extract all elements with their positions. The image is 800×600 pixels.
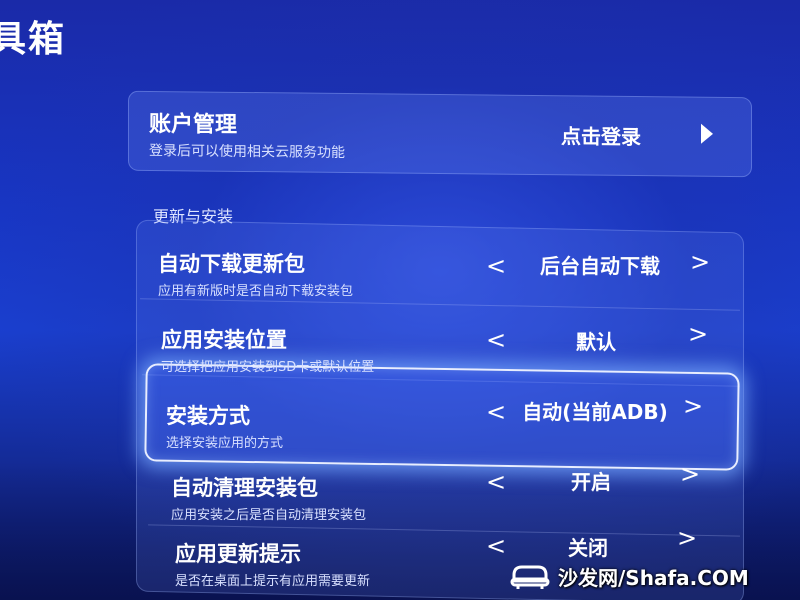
setting-value: 默认 [576,330,616,354]
setting-label: 自动下载更新包 [158,252,305,276]
setting-value: 后台自动下载 [540,254,660,278]
setting-value: 关闭 [568,536,608,560]
setting-description: 可选择把应用安装到SD卡或默认位置 [161,360,375,375]
sofa-logo-icon [510,565,550,589]
setting-install-method[interactable]: 安装方式 选择安装应用的方式 < 自动(当前ADB) > [166,392,726,470]
chevron-right-icon[interactable]: > [690,248,710,276]
setting-label: 应用更新提示 [175,542,301,566]
account-card[interactable]: 账户管理 登录后可以使用相关云服务功能 点击登录 [128,90,752,178]
setting-install-location[interactable]: 应用安装位置 可选择把应用安装到SD卡或默认位置 < 默认 > [161,320,721,394]
setting-label: 应用安装位置 [161,328,287,352]
setting-auto-download[interactable]: 自动下载更新包 应用有新版时是否自动下载安装包 < 后台自动下载 > [158,248,718,318]
account-description: 登录后可以使用相关云服务功能 [149,142,345,162]
setting-description: 选择安装应用的方式 [166,436,284,451]
account-title: 账户管理 [149,111,238,138]
setting-value: 开启 [571,470,611,494]
play-right-icon [701,123,713,144]
page-title: 具箱 [0,19,67,60]
setting-label: 自动清理安装包 [171,476,318,500]
setting-label: 安装方式 [166,404,250,428]
chevron-right-icon[interactable]: > [683,392,703,420]
watermark-text: 沙发网/Shafa.COM [558,565,749,590]
chevron-right-icon[interactable]: > [677,524,697,552]
setting-description: 应用安装之后是否自动清理安装包 [171,508,367,523]
chevron-right-icon[interactable]: > [680,460,700,488]
setting-description: 是否在桌面上提示有应用需要更新 [175,574,371,589]
chevron-right-icon[interactable]: > [688,320,708,348]
chevron-left-icon[interactable]: < [486,252,506,280]
setting-description: 应用有新版时是否自动下载安装包 [158,284,354,299]
watermark: 沙发网/Shafa.COM [510,558,749,594]
login-button[interactable]: 点击登录 [561,120,641,150]
setting-value: 自动(当前ADB) [522,400,668,424]
